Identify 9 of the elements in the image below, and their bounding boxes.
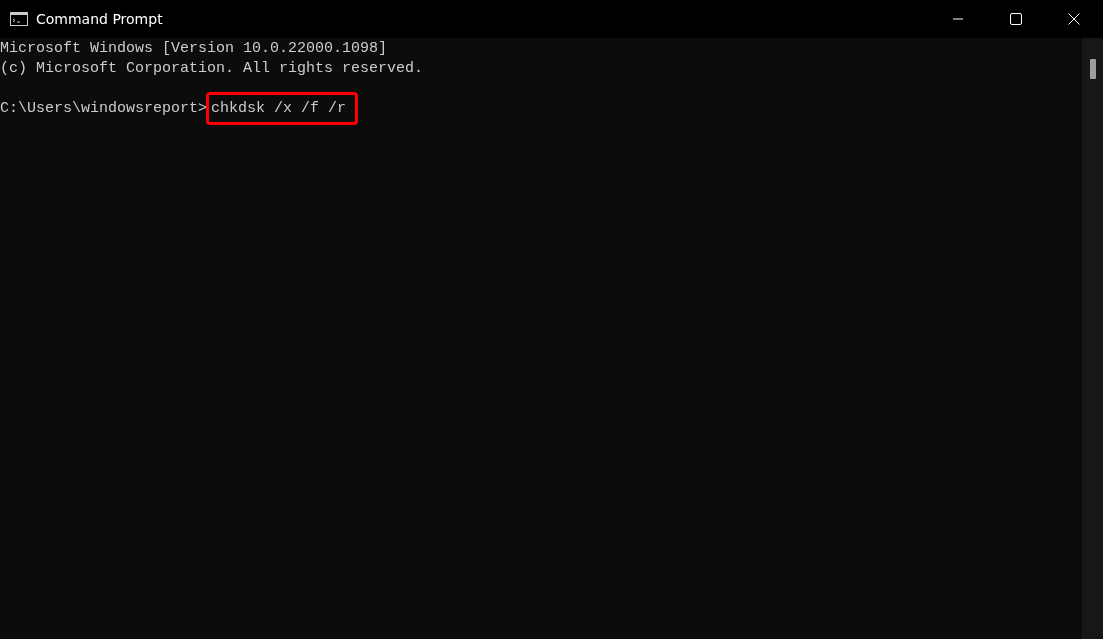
- command-prompt-path: C:\Users\windowsreport>: [0, 100, 208, 117]
- close-icon: [1068, 13, 1080, 25]
- window-title: Command Prompt: [36, 11, 163, 27]
- console-line: (c) Microsoft Corporation. All rights reserved.: [0, 59, 425, 79]
- typed-command: chkdsk /x /f /r: [206, 92, 359, 125]
- console-line: Microsoft Windows [Version 10.0.22000.1098]: [0, 39, 389, 59]
- scrollbar-thumb[interactable]: [1089, 59, 1096, 79]
- terminal-icon: [10, 12, 28, 26]
- maximize-icon: [1010, 13, 1022, 25]
